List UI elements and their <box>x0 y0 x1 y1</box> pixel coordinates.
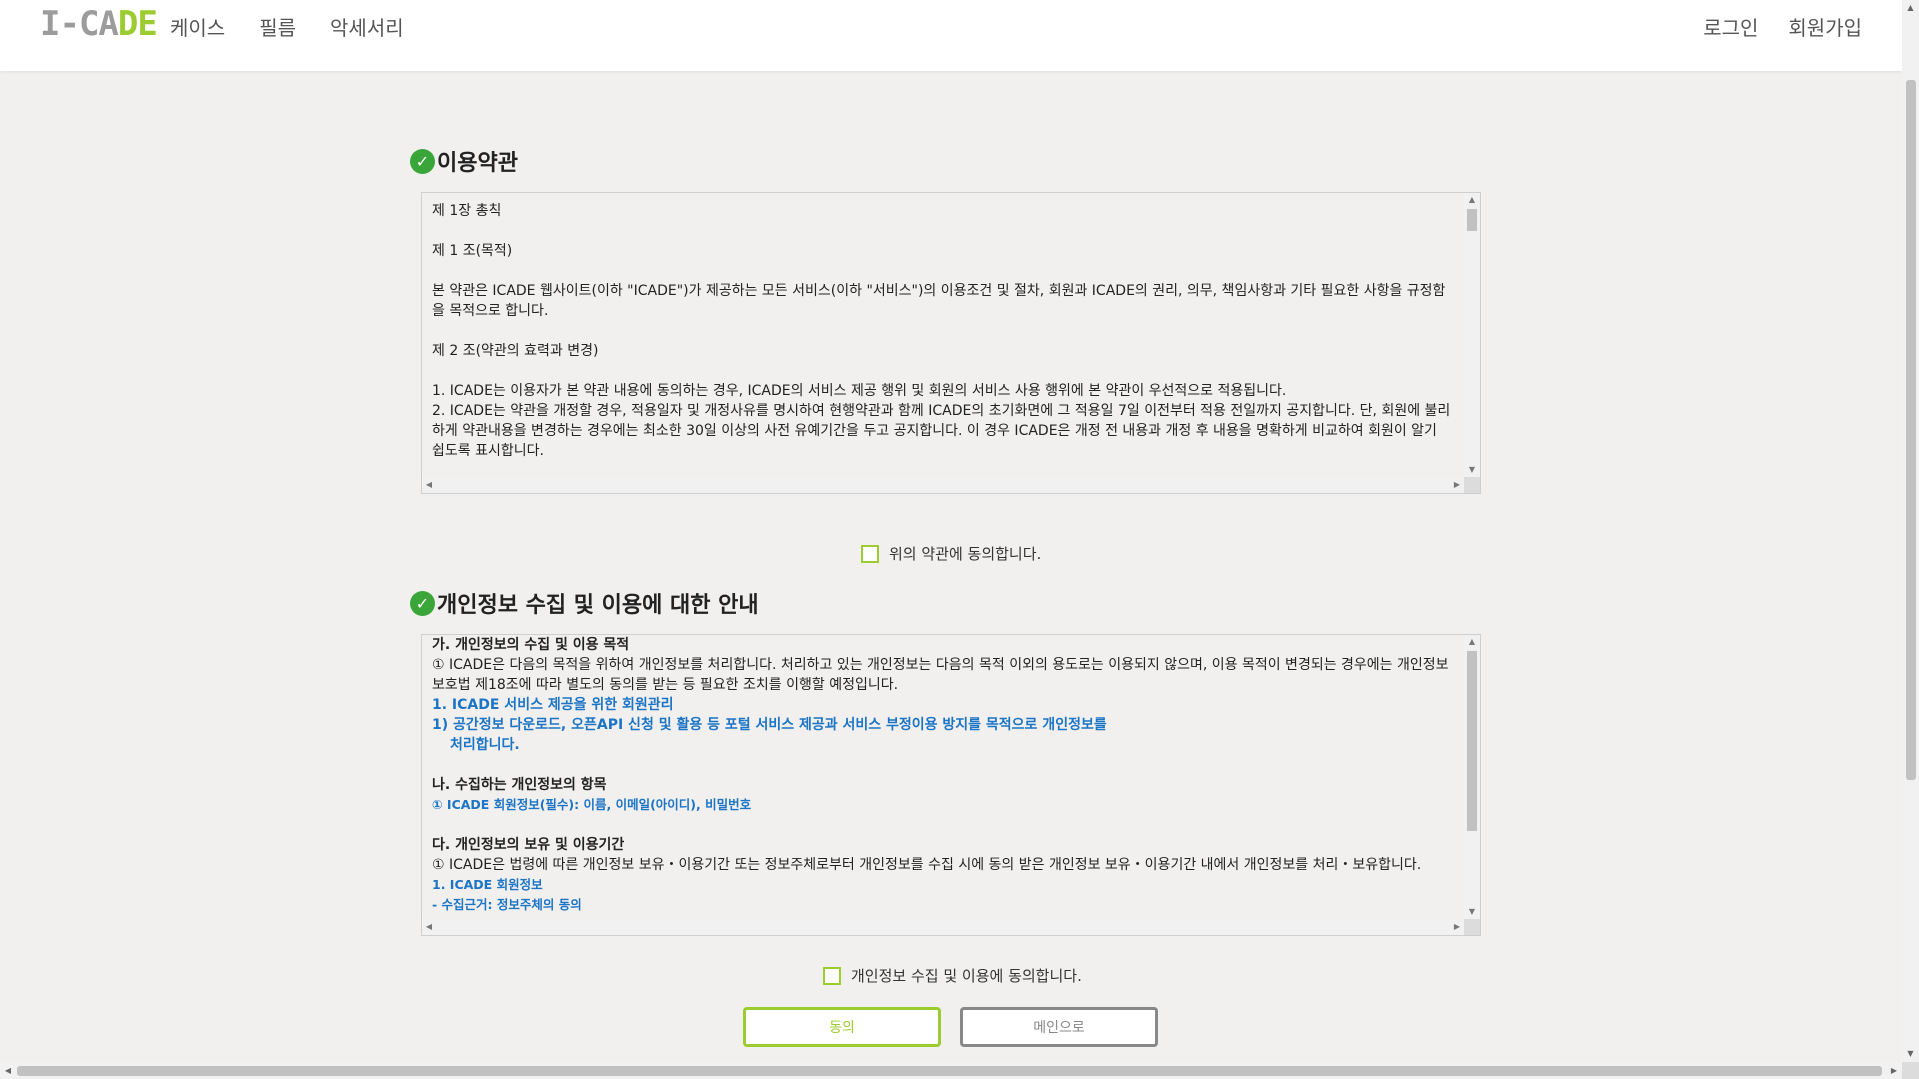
privacy-items-text: ① ICADE 회원정보(필수): 이름, 이메일(아이디), 비밀번호 <box>432 797 752 812</box>
logo-part1: I- <box>40 4 80 44</box>
terms-title: 이용약관 <box>437 151 518 176</box>
scroll-thumb[interactable] <box>1467 209 1477 231</box>
privacy-heading-retention: 다. 개인정보의 보유 및 이용기간 <box>432 837 625 853</box>
page-scroll-thumb[interactable] <box>1906 80 1916 780</box>
terms-line-item1: 1. ICADE는 이용자가 본 약관 내용에 동의하는 경우, ICADE의 … <box>432 383 1287 399</box>
privacy-agree-label: 개인정보 수집 및 이용에 동의합니다. <box>851 967 1082 985</box>
page-scroll-corner <box>1902 1062 1919 1079</box>
main-nav: 케이스 필름 악세서리 <box>170 12 404 41</box>
privacy-purpose-item2: 1) 공간정보 다운로드, 오픈API 신청 및 활용 등 포털 서비스 제공과… <box>432 717 1107 733</box>
privacy-textbox[interactable]: 가. 개인정보의 수집 및 이용 목적 ① ICADE은 다음의 목적을 위하여… <box>421 634 1481 936</box>
privacy-heading-items: 나. 수집하는 개인정보의 항목 <box>432 777 607 793</box>
agree-button[interactable]: 동의 <box>743 1007 941 1047</box>
terms-line-article1: 제 1 조(목적) <box>432 243 513 259</box>
terms-content: 제 1장 총칙 제 1 조(목적) 본 약관은 ICADE 웹사이트(이하 "I… <box>422 193 1464 477</box>
scroll-thumb[interactable] <box>1467 651 1477 831</box>
logo-part3: DE <box>117 4 158 44</box>
logo[interactable]: I- CA DE <box>40 4 158 44</box>
scroll-right-icon[interactable]: ▶ <box>1450 477 1464 493</box>
privacy-title: 개인정보 수집 및 이용에 대한 안내 <box>437 593 759 618</box>
site-header: I- CA DE 케이스 필름 악세서리 로그인 회원가입 <box>0 0 1902 71</box>
nav-item-case[interactable]: 케이스 <box>170 12 225 41</box>
privacy-agree-checkbox[interactable] <box>823 966 841 985</box>
terms-line-item2: 2. ICADE는 약관을 개정할 경우, 적용일자 및 개정사유를 명시하여 … <box>432 403 1451 459</box>
terms-textbox[interactable]: 제 1장 총칙 제 1 조(목적) 본 약관은 ICADE 웹사이트(이하 "I… <box>421 192 1481 494</box>
privacy-purpose-item1: 1. ICADE 서비스 제공을 위한 회원관리 <box>432 697 674 713</box>
scroll-corner <box>1464 477 1480 493</box>
privacy-retention-text: ① ICADE은 법령에 따른 개인정보 보유・이용기간 또는 정보주체로부터 … <box>432 857 1422 873</box>
privacy-section-title: ✓ 개인정보 수집 및 이용에 대한 안내 <box>410 587 759 619</box>
scroll-up-icon[interactable]: ▲ <box>1464 193 1480 207</box>
scroll-left-icon[interactable]: ◀ <box>0 1062 16 1079</box>
scroll-down-icon[interactable]: ▼ <box>1464 905 1480 919</box>
privacy-agree-row[interactable]: 개인정보 수집 및 이용에 동의합니다. <box>823 965 1082 986</box>
scroll-down-icon[interactable]: ▼ <box>1464 463 1480 477</box>
logo-part2: CA <box>78 4 119 44</box>
login-link[interactable]: 로그인 <box>1703 12 1758 41</box>
scroll-corner <box>1464 919 1480 935</box>
terms-vertical-scrollbar[interactable]: ▲ ▼ <box>1464 193 1480 477</box>
scroll-down-icon[interactable]: ▼ <box>1902 1046 1919 1062</box>
privacy-content: 가. 개인정보의 수집 및 이용 목적 ① ICADE은 다음의 목적을 위하여… <box>422 635 1464 919</box>
privacy-purpose-text: ① ICADE은 다음의 목적을 위하여 개인정보를 처리합니다. 처리하고 있… <box>432 657 1449 693</box>
page-vertical-scrollbar[interactable]: ▲ ▼ <box>1902 0 1919 1062</box>
privacy-vertical-scrollbar[interactable]: ▲ ▼ <box>1464 635 1480 919</box>
scroll-up-icon[interactable]: ▲ <box>1464 635 1480 649</box>
terms-agree-row[interactable]: 위의 약관에 동의합니다. <box>861 543 1041 564</box>
scroll-up-icon[interactable]: ▲ <box>1902 0 1919 16</box>
privacy-horizontal-scrollbar[interactable]: ◀ ▶ <box>422 919 1464 935</box>
go-main-button[interactable]: 메인으로 <box>960 1007 1158 1047</box>
privacy-purpose-item2-cont: 처리합니다. <box>450 737 520 753</box>
privacy-retention-item2: - 수집근거: 정보주체의 동의 <box>432 897 582 912</box>
nav-item-film[interactable]: 필름 <box>259 12 296 41</box>
terms-agree-checkbox[interactable] <box>861 544 879 563</box>
signup-link[interactable]: 회원가입 <box>1788 12 1862 41</box>
scroll-right-icon[interactable]: ▶ <box>1450 919 1464 935</box>
page-horizontal-scrollbar[interactable]: ◀ ▶ <box>0 1062 1902 1079</box>
page-hscroll-thumb[interactable] <box>17 1066 1882 1076</box>
privacy-retention-item1: 1. ICADE 회원정보 <box>432 877 543 892</box>
scroll-left-icon[interactable]: ◀ <box>422 919 436 935</box>
terms-line-article2: 제 2 조(약관의 효력과 변경) <box>432 343 599 359</box>
nav-item-accessory[interactable]: 악세서리 <box>330 12 404 41</box>
terms-section-title: ✓ 이용약관 <box>410 145 518 177</box>
terms-agree-label: 위의 약관에 동의합니다. <box>889 545 1042 563</box>
check-circle-icon: ✓ <box>410 148 435 174</box>
check-circle-icon: ✓ <box>410 590 435 616</box>
privacy-heading-purpose: 가. 개인정보의 수집 및 이용 목적 <box>432 637 630 653</box>
scroll-left-icon[interactable]: ◀ <box>422 477 436 493</box>
terms-line-purpose: 본 약관은 ICADE 웹사이트(이하 "ICADE")가 제공하는 모든 서비… <box>432 283 1446 319</box>
scroll-right-icon[interactable]: ▶ <box>1886 1062 1902 1079</box>
auth-links: 로그인 회원가입 <box>1703 12 1862 41</box>
terms-horizontal-scrollbar[interactable]: ◀ ▶ <box>422 477 1464 493</box>
terms-line-chapter: 제 1장 총칙 <box>432 203 502 219</box>
